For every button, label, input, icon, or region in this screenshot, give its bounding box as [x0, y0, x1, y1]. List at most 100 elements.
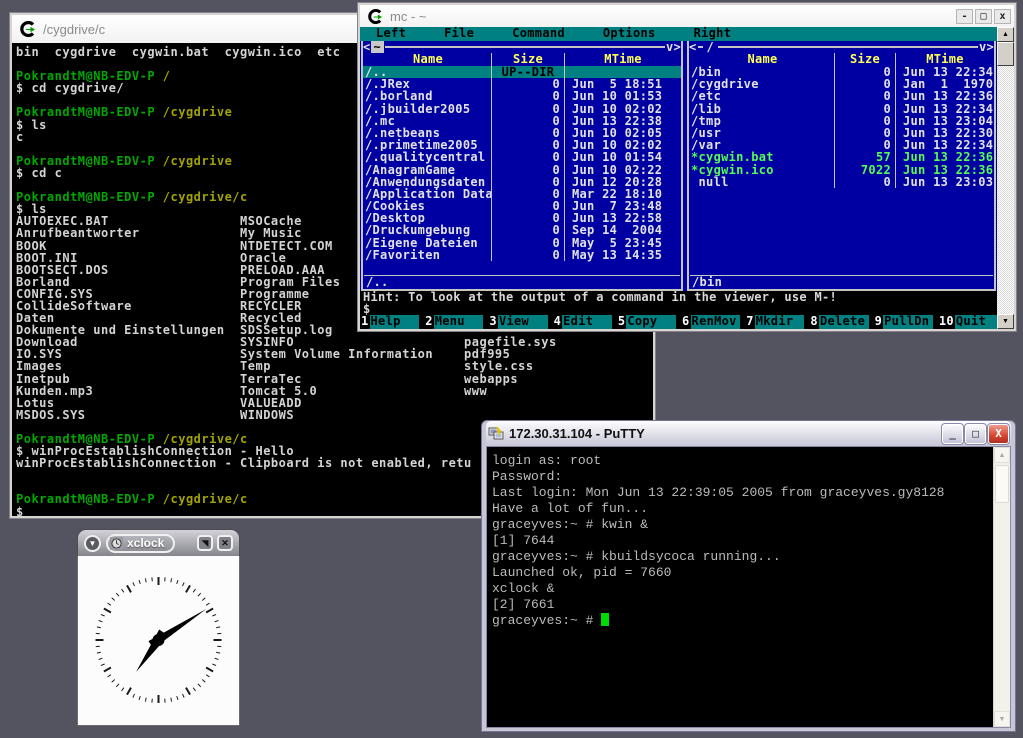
scrollbar-thumb[interactable]: [997, 42, 1014, 66]
terminal-line: graceyves:~ # kwin &: [492, 517, 993, 533]
scroll-up-icon[interactable]: ▲: [994, 447, 1010, 463]
function-key-mkdir[interactable]: 7Mkdir: [745, 315, 804, 329]
xclock-window: ▼ xclock ◥ ✕: [77, 529, 240, 726]
putty-terminal[interactable]: login as: rootPassword:Last login: Mon J…: [487, 447, 993, 727]
scroll-down-icon[interactable]: ▼: [997, 314, 1014, 329]
putty-window: 172.30.31.104 - PuTTY _ □ X login as: ro…: [481, 420, 1016, 732]
function-key-edit[interactable]: 4Edit: [553, 315, 612, 329]
putty-scrollbar[interactable]: ▲ ▼: [993, 447, 1010, 727]
file-name: /bin: [689, 66, 834, 78]
function-key-view[interactable]: 3View: [488, 315, 547, 329]
file-mtime: May 5 23:45: [565, 237, 681, 249]
mtime-column-header[interactable]: MTime: [565, 53, 681, 66]
file-size: 0: [491, 151, 565, 163]
size-column-header[interactable]: Size: [491, 53, 565, 66]
size-column-header[interactable]: Size: [834, 53, 896, 66]
menu-item-right[interactable]: Right: [694, 26, 732, 40]
file-size: 0: [491, 90, 565, 102]
minimize-button[interactable]: _: [942, 424, 963, 444]
file-row[interactable]: /.qualitycentral0Jun 10 01:54: [363, 151, 681, 163]
file-row[interactable]: /AnagramGame0Jun 10 02:22: [363, 164, 681, 176]
close-button[interactable]: x: [994, 9, 1011, 24]
file-row[interactable]: *cygwin.bat57Jun 13 22:36: [689, 151, 994, 163]
menu-item-options[interactable]: Options: [603, 26, 656, 40]
terminal-text: /cygdrive: [163, 105, 233, 119]
function-key-delete[interactable]: 8Delete: [809, 315, 868, 329]
file-list: /bin0Jun 13 22:34/cygdrive0Jan 1 1970/et…: [689, 66, 994, 275]
menu-item-command[interactable]: Command: [512, 26, 565, 40]
file-size: 0: [834, 176, 896, 188]
file-name: /lib: [689, 103, 834, 115]
maximize-button[interactable]: □: [965, 424, 986, 444]
cygwin-icon: [368, 9, 383, 24]
left-panel-path: ~: [371, 41, 385, 53]
panel-history-left[interactable]: <: [689, 41, 697, 53]
file-row[interactable]: /Eigene Dateien0May 5 23:45: [363, 237, 681, 249]
file-row[interactable]: /lib0Jun 13 22:34: [689, 103, 994, 115]
name-column-header[interactable]: Name: [363, 53, 491, 66]
terminal-line: graceyves:~ # kbuildsycoca running...: [492, 549, 993, 565]
function-key-quit[interactable]: 10Quit: [938, 315, 997, 329]
menu-item-left[interactable]: Left: [376, 26, 406, 40]
file-row[interactable]: /etc0Jun 13 22:36: [689, 90, 994, 102]
file-mtime: Jun 13 22:36: [896, 151, 994, 163]
panel-history-right[interactable]: v>: [979, 41, 994, 53]
file-row[interactable]: /Druckumgebung0Sep 14 2004: [363, 224, 681, 236]
mtime-column-header[interactable]: MTime: [896, 53, 994, 66]
file-row[interactable]: /.jbuilder20050Jun 10 02:02: [363, 103, 681, 115]
shade-button[interactable]: ◥: [197, 535, 213, 551]
putty-titlebar[interactable]: 172.30.31.104 - PuTTY _ □ X: [486, 421, 1011, 446]
terminal-line: login as: root: [492, 453, 993, 469]
menu-item-file[interactable]: File: [444, 26, 474, 40]
file-size: 0: [834, 103, 896, 115]
panel-frame-line: [698, 46, 703, 48]
scrollbar-track[interactable]: [994, 505, 1010, 711]
terminal-line: Have a lot of fun...: [492, 501, 993, 517]
mc-menubar: Left File Command Options Right: [360, 27, 997, 41]
file-row[interactable]: null0Jun 13 23:03: [689, 176, 994, 188]
file-mtime: Jun 10 02:02: [565, 103, 681, 115]
terminal-cursor: [601, 613, 609, 626]
window-menu-icon[interactable]: ▼: [84, 535, 101, 552]
file-size: 57: [834, 151, 896, 163]
panel-frame-line: [718, 46, 978, 48]
maximize-button[interactable]: □: [975, 9, 992, 24]
file-name: /Desktop: [363, 212, 491, 224]
file-size: 0: [491, 224, 565, 236]
column-headers: Name Size MTime: [363, 53, 681, 66]
scroll-down-icon[interactable]: ▼: [994, 711, 1010, 727]
mc-scrollbar[interactable]: ▲ ▼: [997, 27, 1014, 329]
mc-right-panel: < / v> Name Size MTime /bin0Jun 13 22:34…: [687, 41, 996, 291]
name-column-header[interactable]: Name: [689, 53, 834, 66]
xclock-title-pill: xclock: [106, 534, 175, 553]
file-row[interactable]: /Favoriten0May 13 14:35: [363, 249, 681, 261]
scrollbar-track[interactable]: [997, 66, 1014, 314]
right-mini-status: /bin: [689, 276, 994, 289]
file-name: /.mc: [363, 115, 491, 127]
file-name: /Application Data: [363, 188, 491, 200]
file-name: /Eigene Dateien: [363, 237, 491, 249]
scrollbar-thumb[interactable]: [995, 465, 1009, 503]
function-key-menu[interactable]: 2Menu: [424, 315, 483, 329]
scroll-up-icon[interactable]: ▲: [997, 27, 1014, 42]
close-icon[interactable]: ✕: [217, 535, 233, 551]
file-name: /.JRex: [363, 78, 491, 90]
file-size: 0: [491, 249, 565, 261]
mc-titlebar[interactable]: mc - ~ - □ x: [360, 5, 1014, 27]
close-button[interactable]: X: [988, 424, 1009, 444]
putty-window-title: 172.30.31.104 - PuTTY: [509, 426, 645, 441]
mc-hint-line: Hint: To look at the output of a command…: [360, 291, 997, 303]
function-key-renmov[interactable]: 6RenMov: [681, 315, 740, 329]
minimize-button[interactable]: -: [956, 9, 973, 24]
panel-history-left[interactable]: <: [363, 41, 371, 53]
terminal-text: /cygdrive/c: [163, 190, 248, 204]
function-key-pulldn[interactable]: 9PullDn: [874, 315, 933, 329]
file-row[interactable]: /.borland0Jun 10 01:53: [363, 90, 681, 102]
xclock-titlebar[interactable]: ▼ xclock ◥ ✕: [77, 529, 240, 556]
function-key-help[interactable]: 1Help: [360, 315, 419, 329]
function-key-copy[interactable]: 5Copy: [617, 315, 676, 329]
file-name: /.borland: [363, 90, 491, 102]
file-mtime: Jun 13 22:34: [896, 103, 994, 115]
panel-history-right[interactable]: v>: [666, 41, 681, 53]
file-row[interactable]: *cygwin.ico7022Jun 13 22:36: [689, 164, 994, 176]
